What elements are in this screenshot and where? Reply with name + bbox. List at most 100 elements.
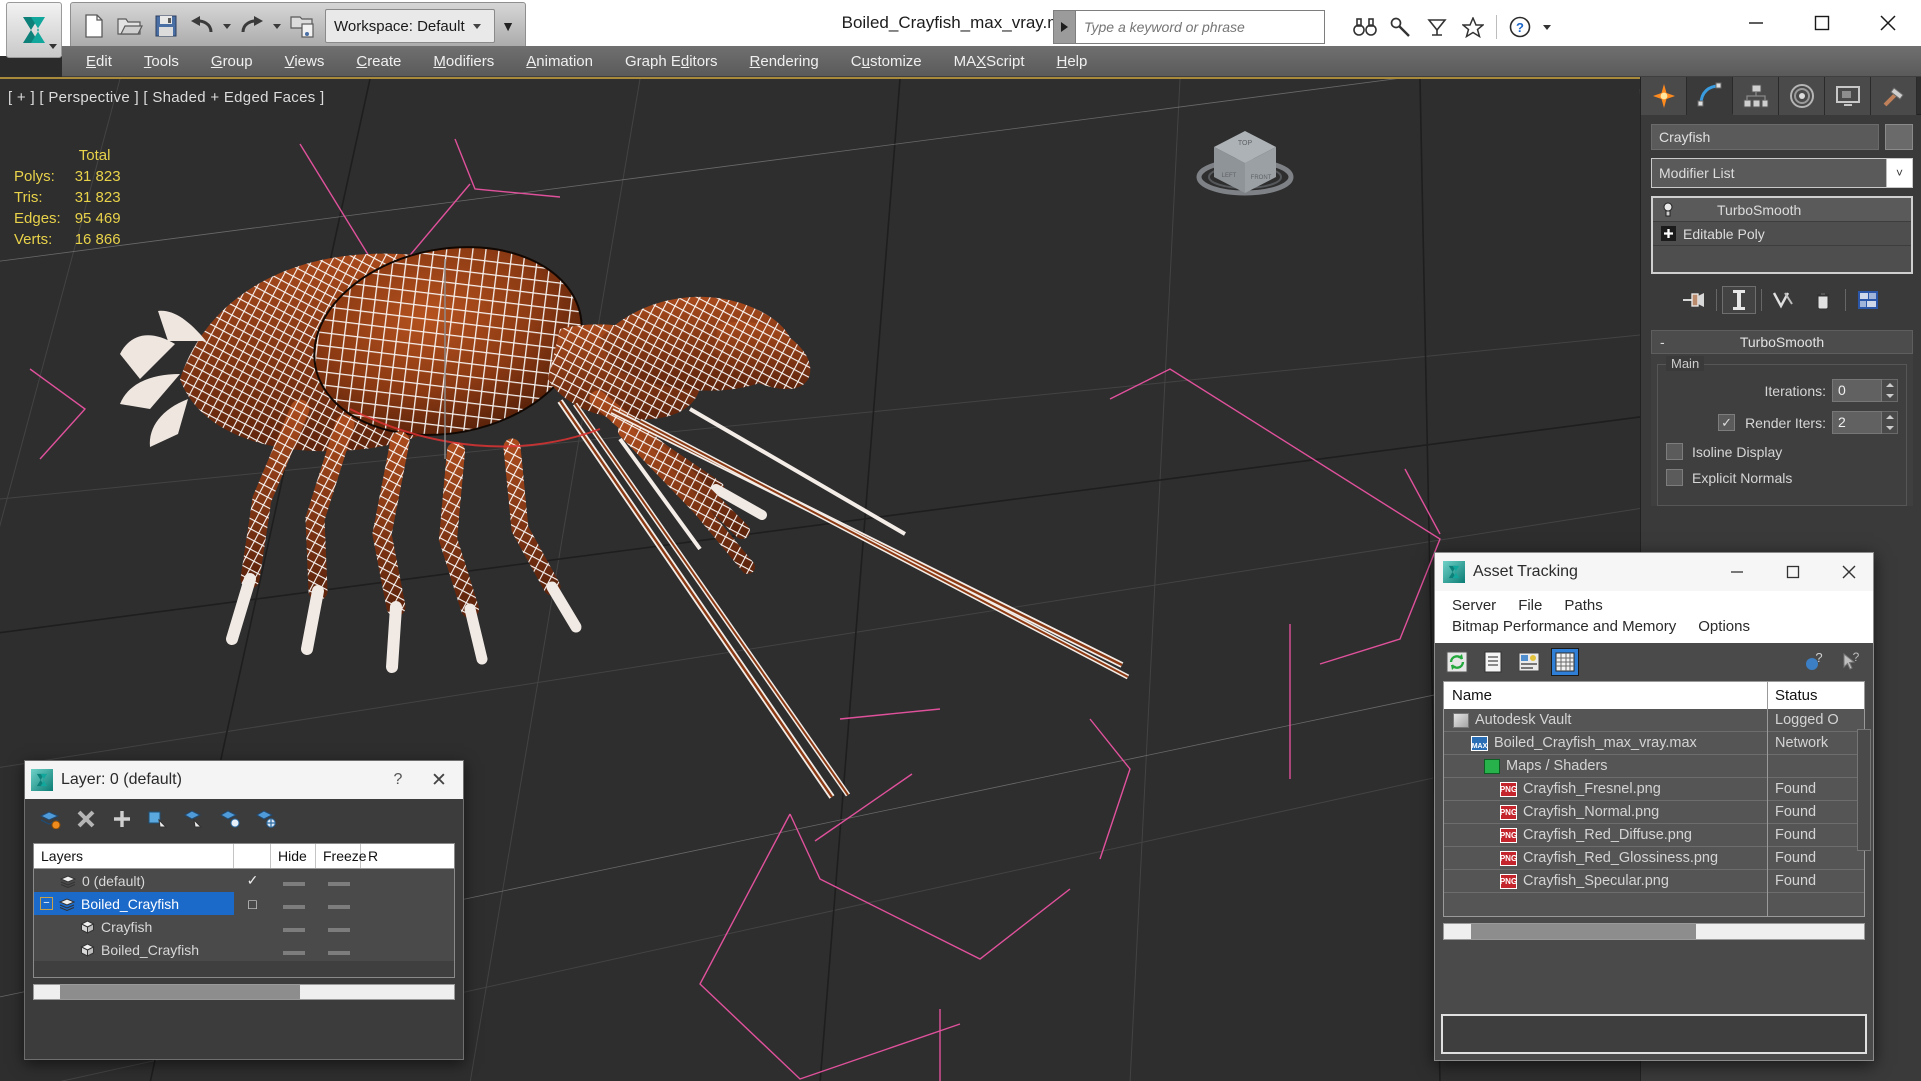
- layer-dialog-titlebar[interactable]: Layer: 0 (default) ? ✕: [25, 761, 463, 799]
- layer-row-hide-0[interactable]: [271, 873, 316, 889]
- menu-views[interactable]: Views: [269, 46, 341, 77]
- asset-row-name-1[interactable]: MAX Boiled_Crayfish_max_vray.max: [1444, 731, 1768, 755]
- asset-scrollbar-thumb[interactable]: [1471, 924, 1696, 939]
- table-row[interactable]: Crayfish: [34, 915, 454, 938]
- menu-edit[interactable]: Edit: [70, 46, 128, 77]
- layer-row-check-0[interactable]: ✓: [234, 872, 271, 889]
- undo-button[interactable]: [185, 7, 219, 45]
- layer-row-freeze-2[interactable]: [316, 919, 361, 935]
- menu-group[interactable]: Group: [195, 46, 269, 77]
- asset-table[interactable]: Name Status Autodesk Vault Logged O MAX …: [1443, 681, 1865, 917]
- object-color-swatch[interactable]: [1885, 124, 1913, 150]
- menu-tools[interactable]: Tools: [128, 46, 195, 77]
- set-current-layer-icon[interactable]: [217, 806, 243, 832]
- satellite-dish-icon[interactable]: [1420, 9, 1454, 45]
- menu-rendering[interactable]: Rendering: [734, 46, 835, 77]
- isoline-display-checkbox[interactable]: [1666, 443, 1683, 460]
- window-close-button[interactable]: [1855, 0, 1921, 46]
- search-input[interactable]: [1075, 10, 1325, 44]
- render-iters-spinner[interactable]: 2: [1832, 411, 1898, 434]
- layer-row-freeze-3[interactable]: [316, 942, 361, 958]
- select-objects-in-layer-icon[interactable]: [181, 806, 207, 832]
- asset-row-name-6[interactable]: PNG Crayfish_Red_Glossiness.png: [1444, 846, 1768, 870]
- iterations-spinner[interactable]: 0: [1832, 379, 1898, 402]
- modifier-stack[interactable]: TurboSmooth Editable Poly: [1651, 196, 1913, 274]
- layer-row-check-1[interactable]: □: [234, 896, 271, 912]
- redo-dropdown-caret-icon[interactable]: [271, 7, 283, 45]
- table-row[interactable]: MAX Boiled_Crayfish_max_vray.max Network: [1444, 731, 1864, 755]
- menu-create[interactable]: Create: [340, 46, 417, 77]
- asset-vertical-scrollbar[interactable]: [1857, 729, 1871, 851]
- rollout-collapse-icon[interactable]: -: [1660, 334, 1665, 350]
- window-maximize-button[interactable]: [1789, 0, 1855, 46]
- layer-row-name-0[interactable]: 0 (default): [34, 869, 234, 892]
- window-minimize-button[interactable]: [1723, 0, 1789, 46]
- list-view-icon[interactable]: [1479, 648, 1507, 676]
- motion-tab[interactable]: [1779, 77, 1825, 115]
- asset-row-name-0[interactable]: Autodesk Vault: [1444, 708, 1768, 732]
- modifier-stack-item-editablepoly[interactable]: Editable Poly: [1653, 222, 1911, 246]
- create-tab[interactable]: [1641, 77, 1687, 115]
- asset-menu-file[interactable]: File: [1507, 595, 1553, 616]
- asset-horizontal-scrollbar[interactable]: [1443, 923, 1865, 940]
- add-layer-plus-icon[interactable]: [109, 806, 135, 832]
- menu-help[interactable]: Help: [1041, 46, 1104, 77]
- help-dropdown-caret-icon[interactable]: [1539, 9, 1555, 45]
- workspace-dropdown-button[interactable]: ▼: [497, 9, 519, 43]
- menu-maxscript[interactable]: MAXScript: [938, 46, 1041, 77]
- asset-row-name-3[interactable]: PNG Crayfish_Fresnel.png: [1444, 777, 1768, 801]
- show-end-result-button[interactable]: [1722, 286, 1756, 314]
- table-row[interactable]: PNG Crayfish_Normal.png Found: [1444, 800, 1864, 824]
- explicit-normals-row[interactable]: Explicit Normals: [1666, 469, 1898, 486]
- asset-menu-server[interactable]: Server: [1441, 595, 1507, 616]
- set-project-folder-button[interactable]: [285, 7, 319, 45]
- asset-menu-options[interactable]: Options: [1687, 616, 1761, 637]
- undo-dropdown-caret-icon[interactable]: [221, 7, 233, 45]
- redo-button[interactable]: [235, 7, 269, 45]
- open-file-button[interactable]: [113, 7, 147, 45]
- layer-dialog[interactable]: Layer: 0 (default) ? ✕ Layers Hide Freez…: [24, 760, 464, 1060]
- menu-modifiers[interactable]: Modifiers: [417, 46, 510, 77]
- layer-settings-icon[interactable]: [253, 806, 279, 832]
- explicit-normals-checkbox[interactable]: [1666, 469, 1683, 486]
- asset-menu-bitmap-performance[interactable]: Bitmap Performance and Memory: [1441, 616, 1687, 637]
- help-network-icon[interactable]: ?: [1801, 648, 1829, 676]
- modify-tab[interactable]: [1687, 77, 1733, 115]
- asset-tracking-titlebar[interactable]: Asset Tracking: [1435, 553, 1873, 591]
- app-logo-button[interactable]: [6, 2, 62, 58]
- layer-row-name-2[interactable]: Crayfish: [34, 915, 234, 938]
- plus-box-icon[interactable]: [1659, 225, 1677, 243]
- layer-row-hide-3[interactable]: [271, 942, 316, 958]
- layer-row-hide-2[interactable]: [271, 919, 316, 935]
- help-cursor-icon[interactable]: ?: [1837, 648, 1865, 676]
- asset-minimize-button[interactable]: [1713, 553, 1761, 591]
- table-row[interactable]: Boiled_Crayfish: [34, 938, 454, 961]
- table-row[interactable]: PNG Crayfish_Red_Diffuse.png Found: [1444, 823, 1864, 847]
- expander-minus-icon[interactable]: −: [40, 897, 53, 910]
- asset-row-name-2[interactable]: Maps / Shaders: [1444, 754, 1768, 778]
- layer-scrollbar-thumb[interactable]: [60, 985, 300, 999]
- table-row[interactable]: PNG Crayfish_Specular.png Found: [1444, 869, 1864, 893]
- table-row[interactable]: − Boiled_Crayfish □: [34, 892, 454, 915]
- chevron-down-icon[interactable]: ˅: [1886, 159, 1912, 187]
- view-cube[interactable]: TOP LEFT FRONT: [1190, 109, 1300, 204]
- menu-graph-editors[interactable]: Graph Editors: [609, 46, 734, 77]
- table-view-icon[interactable]: [1551, 648, 1579, 676]
- table-row[interactable]: PNG Crayfish_Red_Glossiness.png Found: [1444, 846, 1864, 870]
- table-row[interactable]: Autodesk Vault Logged O: [1444, 708, 1864, 732]
- menu-animation[interactable]: Animation: [510, 46, 609, 77]
- table-row[interactable]: Maps / Shaders: [1444, 754, 1864, 778]
- key-icon[interactable]: [1384, 9, 1418, 45]
- layer-dialog-help-button[interactable]: ?: [383, 771, 413, 789]
- detail-view-icon[interactable]: [1515, 648, 1543, 676]
- table-row[interactable]: PNG Crayfish_Fresnel.png Found: [1444, 777, 1864, 801]
- binoculars-icon[interactable]: [1348, 9, 1382, 45]
- object-name-field[interactable]: Crayfish: [1651, 124, 1879, 150]
- utilities-tab[interactable]: [1871, 77, 1917, 115]
- asset-row-name-4[interactable]: PNG Crayfish_Normal.png: [1444, 800, 1768, 824]
- layer-row-name-3[interactable]: Boiled_Crayfish: [34, 938, 234, 961]
- make-unique-button[interactable]: [1767, 286, 1801, 314]
- render-iters-spinner-arrows[interactable]: [1882, 411, 1898, 434]
- logo-dropdown-caret-icon[interactable]: [49, 44, 57, 49]
- hierarchy-tab[interactable]: [1733, 77, 1779, 115]
